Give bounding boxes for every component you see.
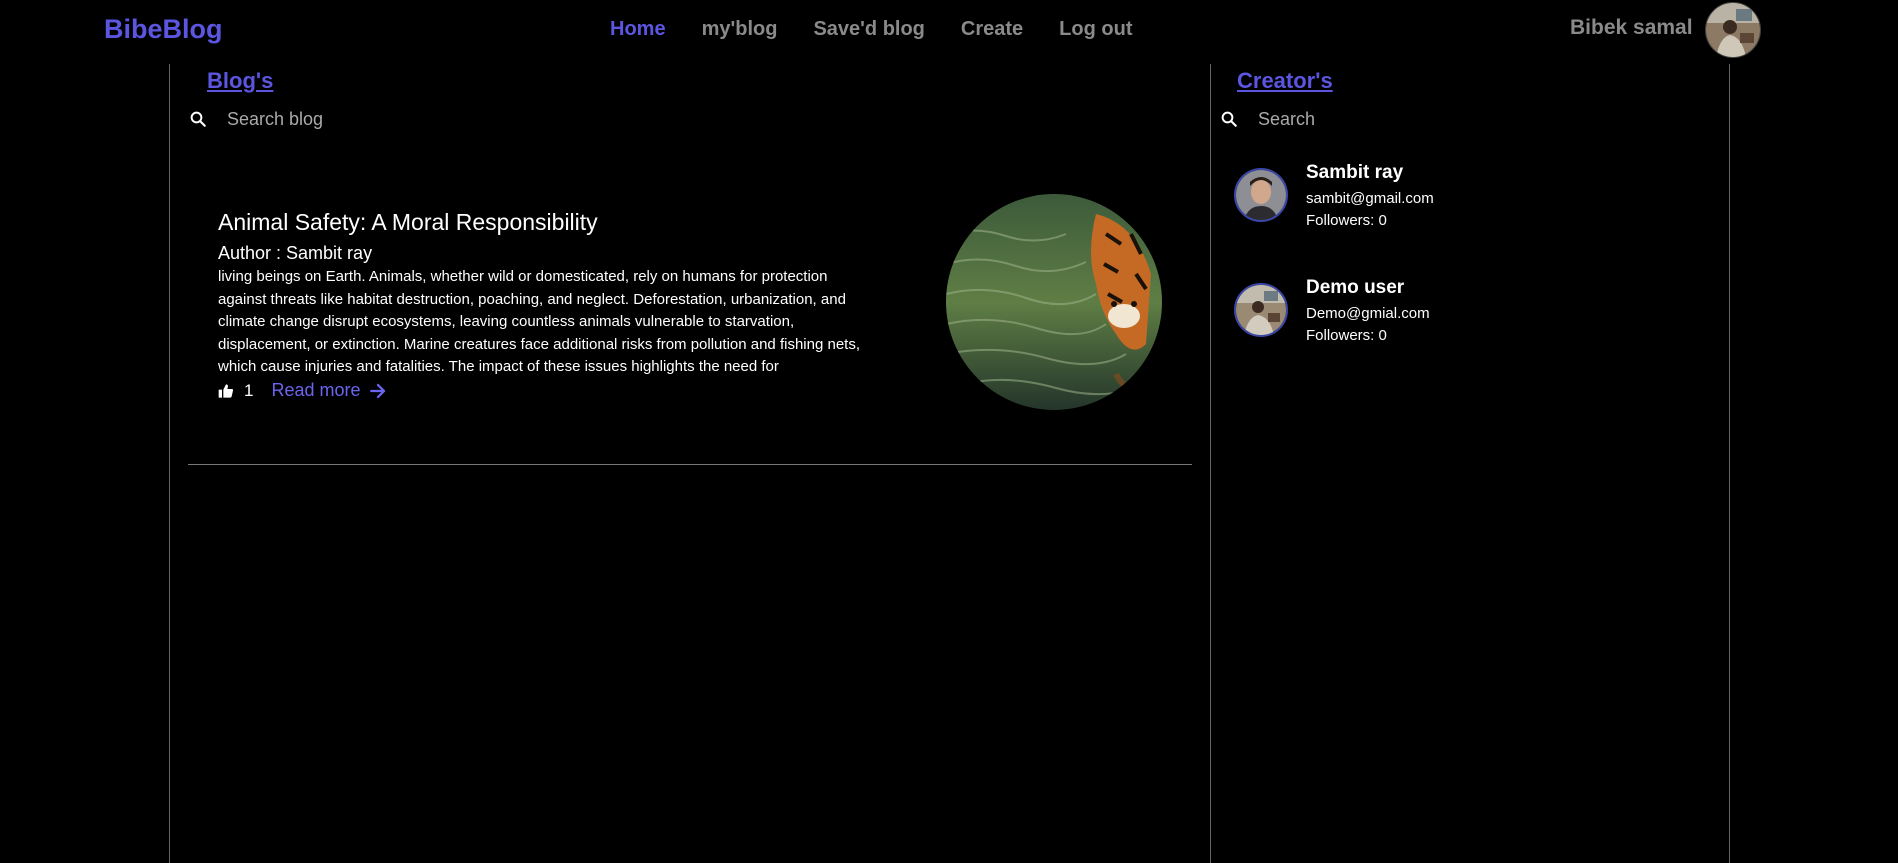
- nav-links: Home my'blog Save'd blog Create Log out: [592, 18, 1150, 41]
- creators-section-title[interactable]: Creator's: [1237, 68, 1333, 94]
- tiger-in-water-icon: [946, 194, 1162, 410]
- read-more-link[interactable]: Read more: [271, 380, 386, 401]
- creator-avatar[interactable]: [1234, 168, 1288, 222]
- post-excerpt: living beings on Earth. Animals, whether…: [218, 268, 860, 375]
- left-column-divider: [169, 64, 170, 863]
- current-user-name[interactable]: Bibek samal: [1570, 16, 1693, 40]
- user-avatar-photo-icon: [1706, 3, 1760, 57]
- blog-search-input[interactable]: [227, 108, 557, 130]
- creator-followers: Followers: 0: [1306, 327, 1387, 344]
- creator-search-bar: [1220, 103, 1588, 135]
- creator-name: Sambit ray: [1306, 162, 1404, 183]
- nav-home-link[interactable]: Home: [610, 18, 666, 41]
- read-more-label: Read more: [271, 380, 361, 400]
- creator-name: Demo user: [1306, 277, 1405, 298]
- creator-email: Demo@gmial.com: [1306, 305, 1430, 322]
- right-column-divider: [1729, 64, 1730, 863]
- creator-avatar[interactable]: [1234, 283, 1288, 337]
- male-portrait-icon: [1236, 170, 1286, 220]
- nav-saved-blog-link[interactable]: Save'd blog: [813, 18, 924, 41]
- nav-my-blog-link[interactable]: my'blog: [702, 18, 778, 41]
- like-count: 1: [244, 380, 254, 400]
- blogs-section-title[interactable]: Blog's: [207, 68, 273, 94]
- user-photo-icon: [1236, 285, 1286, 335]
- nav-logout-link[interactable]: Log out: [1059, 18, 1132, 41]
- thumbs-up-icon[interactable]: [218, 383, 234, 399]
- creator-email: sambit@gmail.com: [1306, 190, 1434, 207]
- blog-post-card: Animal Safety: A Moral Responsibility Au…: [218, 208, 878, 401]
- nav-create-link[interactable]: Create: [961, 18, 1023, 41]
- post-title[interactable]: Animal Safety: A Moral Responsibility: [218, 208, 878, 236]
- creator-followers: Followers: 0: [1306, 212, 1387, 229]
- search-icon: [190, 111, 206, 127]
- brand-logo[interactable]: BibeBlog: [104, 14, 223, 45]
- middle-column-divider: [1210, 64, 1211, 863]
- blog-search-bar: [189, 103, 557, 135]
- user-avatar[interactable]: [1705, 2, 1761, 58]
- post-divider: [188, 464, 1192, 465]
- creator-search-input[interactable]: [1258, 108, 1588, 130]
- arrow-right-icon: [369, 383, 385, 398]
- post-author: Author : Sambit ray: [218, 243, 373, 263]
- post-thumbnail[interactable]: [946, 194, 1162, 410]
- post-footer: 1 Read more: [218, 380, 878, 401]
- navbar: BibeBlog Home my'blog Save'd blog Create…: [0, 0, 1898, 60]
- search-icon: [1221, 111, 1237, 127]
